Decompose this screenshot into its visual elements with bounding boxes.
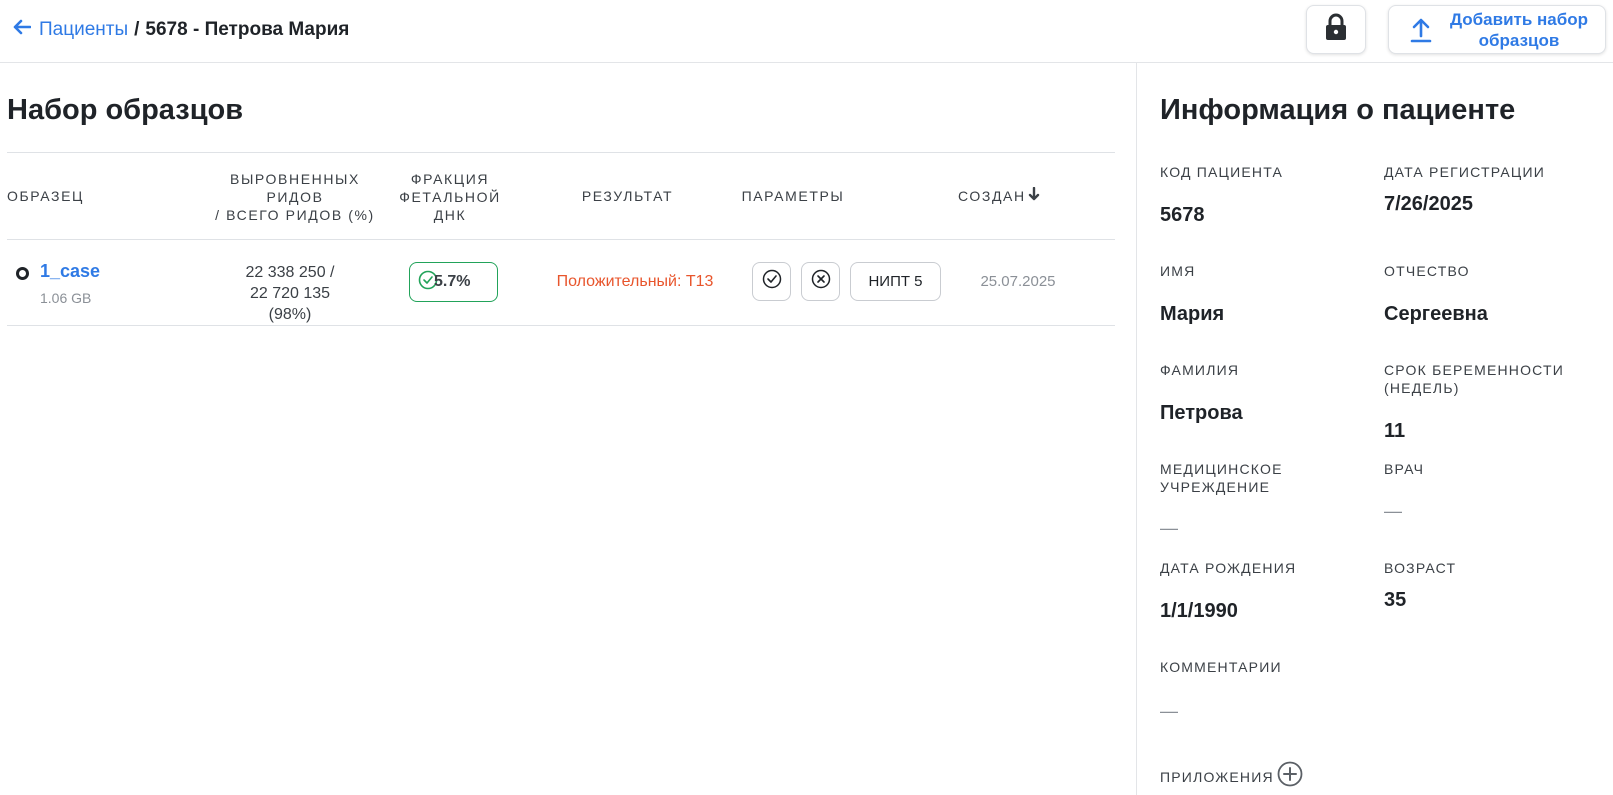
patient-code-value: 5678 [1160,204,1205,226]
doctor-value: — [1384,501,1402,521]
patronymic-value: Сергеевна [1384,303,1488,325]
patronymic-label: ОТЧЕСТВО [1384,263,1470,279]
gestation-value: 11 [1384,420,1406,442]
gestation-label: СРОК БЕРЕМЕННОСТИ (НЕДЕЛЬ) [1384,362,1565,396]
first-name-value: Мария [1160,303,1225,325]
col-header-created-label: СОЗДАН [958,188,1026,204]
row-divider [7,325,1115,326]
add-sample-set-label: Добавить набор образцов [1449,9,1589,50]
sample-size: 1.06 GB [40,290,92,306]
reads-percent: (98%) [268,306,312,323]
col-header-reads: ВЫРОВНЕННЫХ РИДОВ / ВСЕГО РИДОВ (%) [205,170,385,224]
panel-divider [1136,63,1137,795]
lock-icon [1325,13,1347,46]
lock-button[interactable] [1306,5,1366,54]
result-text: Положительный: T13 [556,273,714,290]
breadcrumb-separator: / [134,18,140,40]
table-top-divider [7,152,1115,153]
comments-value: — [1160,701,1178,721]
institution-value: — [1160,518,1178,538]
registration-date-value: 7/26/2025 [1384,193,1473,215]
back-arrow-icon[interactable] [13,18,32,41]
attachments-label: ПРИЛОЖЕНИЯ [1160,768,1274,785]
col-header-fetal: ФРАКЦИЯ ФЕТАЛЬНОЙ ДНК [399,171,501,223]
top-bar: Пациенты / 5678 - Петрова Мария Добавить… [0,0,1613,63]
row-select-radio[interactable] [16,267,29,280]
check-circle-icon [762,269,782,294]
created-date: 25.07.2025 [980,273,1056,290]
reads-total: 22 720 135 [249,285,331,302]
first-name-label: ИМЯ [1160,263,1196,279]
fetal-fraction-badge: 5.7% [409,262,498,302]
upload-icon [1401,17,1441,43]
sample-name-link[interactable]: 1_case [40,261,100,282]
add-attachment-icon[interactable] [1277,761,1303,792]
col-header-result: РЕЗУЛЬТАТ [581,188,674,204]
reads-cell: 22 338 250 / 22 720 135 (98%) [205,262,375,325]
approve-button[interactable] [752,262,791,301]
registration-date-label: ДАТА РЕГИСТРАЦИИ [1384,164,1545,180]
last-name-value: Петрова [1160,402,1243,424]
parameters-button[interactable]: НИПТ 5 [850,262,941,301]
col-header-sample: ОБРАЗЕЦ [7,188,85,204]
patient-code-label: КОД ПАЦИЕНТА [1160,164,1284,180]
institution-label: МЕДИЦИНСКОЕ УЧРЕЖДЕНИЕ [1160,461,1283,495]
add-sample-set-button[interactable]: Добавить набор образцов [1388,5,1606,54]
col-header-reads-line1: ВЫРОВНЕННЫХ РИДОВ [230,171,360,205]
age-label: ВОЗРАСТ [1384,560,1457,576]
samples-title: Набор образцов [7,94,244,126]
table-header-divider [7,239,1115,240]
attachments-row: ПРИЛОЖЕНИЯ [1160,761,1303,792]
patient-info-title: Информация о пациенте [1160,94,1516,126]
birth-date-value: 1/1/1990 [1160,600,1238,622]
sort-down-icon [1028,186,1040,205]
reads-aligned: 22 338 250 / [245,264,335,281]
breadcrumb-patients-link[interactable]: Пациенты [39,19,128,41]
comments-label: КОММЕНТАРИИ [1160,659,1282,675]
col-header-created[interactable]: СОЗДАН [958,186,1058,205]
breadcrumb: Пациенты / 5678 - Петрова Мария [13,18,349,41]
col-header-params: ПАРАМЕТРЫ [741,188,845,204]
last-name-label: ФАМИЛИЯ [1160,362,1240,378]
doctor-label: ВРАЧ [1384,461,1425,477]
breadcrumb-current: 5678 - Петрова Мария [145,18,350,40]
x-circle-icon [811,269,831,294]
col-header-reads-line2: / ВСЕГО РИДОВ (%) [215,207,375,223]
age-value: 35 [1384,589,1407,611]
fetal-fraction-value: 5.7% [434,273,471,290]
birth-date-label: ДАТА РОЖДЕНИЯ [1160,560,1297,576]
reject-button[interactable] [801,262,840,301]
